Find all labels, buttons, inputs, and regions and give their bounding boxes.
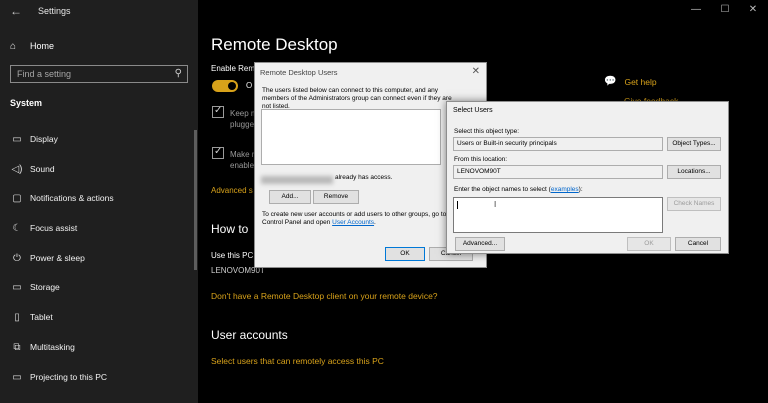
use-this-pc-text: Use this PC (211, 251, 254, 260)
cancel-button[interactable]: Cancel (675, 237, 721, 251)
close-icon[interactable]: ✕ (472, 66, 480, 77)
sidebar-item-storage[interactable]: ▭ Storage (10, 280, 60, 294)
sidebar-item-projecting[interactable]: ▭ Projecting to this PC (10, 370, 107, 384)
home-icon: ⌂ (10, 40, 17, 52)
ok-button[interactable]: OK (627, 237, 671, 251)
sidebar-item-label: Power & sleep (30, 253, 85, 263)
multitasking-icon: ⧉ (13, 341, 21, 353)
access-text: already has access. (335, 174, 393, 181)
sidebar-item-label: Multitasking (30, 342, 75, 352)
title-bar: ← Settings — ☐ ✕ (0, 0, 768, 22)
storage-icon: ▭ (12, 281, 22, 293)
sidebar-item-power-sleep[interactable]: ⏻ Power & sleep (10, 251, 85, 265)
check-names-button[interactable]: Check Names (667, 197, 721, 211)
sidebar-item-label: Projecting to this PC (30, 372, 108, 382)
enable-remote-desktop-label: Enable Rem (211, 64, 256, 73)
advanced-button[interactable]: Advanced... (455, 237, 505, 251)
keep-awake-checkbox[interactable] (212, 105, 224, 118)
add-button[interactable]: Add... (269, 190, 311, 204)
dialog-description: The users listed below can connect to th… (262, 87, 452, 110)
location-field: LENOVOM90T (453, 165, 663, 179)
minimize-button[interactable]: — (689, 4, 703, 15)
object-type-field: Users or Built-in security principals (453, 137, 663, 151)
ibeam-cursor-icon: I (494, 200, 497, 209)
home-label: Home (30, 41, 55, 51)
object-names-label-text: Enter the object names to select (454, 186, 547, 193)
sidebar-item-sound[interactable]: ◁) Sound (10, 162, 55, 176)
object-names-input[interactable]: I (453, 197, 663, 233)
window-title: Settings (38, 6, 71, 16)
sidebar-item-notifications[interactable]: ▢ Notifications & actions (10, 191, 114, 205)
user-accounts-heading: User accounts (211, 328, 288, 342)
select-users-dialog: Select Users Select this object type: Us… (446, 101, 729, 254)
enable-remote-desktop-toggle[interactable] (212, 80, 238, 92)
examples-link[interactable]: examples (551, 186, 579, 193)
back-arrow-icon[interactable]: ← (10, 4, 22, 18)
focus-assist-icon: ☾ (12, 222, 22, 234)
search-input[interactable]: Find a setting ⚲ (10, 65, 188, 83)
projecting-icon: ▭ (12, 371, 22, 383)
discoverable-checkbox[interactable] (212, 146, 224, 159)
sidebar-item-display[interactable]: ▭ Display (10, 132, 58, 146)
sidebar-item-label: Storage (30, 282, 60, 292)
user-accounts-link[interactable]: User Accounts (332, 219, 374, 226)
info-text: To create new user accounts or add users… (262, 211, 452, 227)
sidebar-item-tablet[interactable]: ▯ Tablet (10, 310, 53, 324)
sidebar-item-focus-assist[interactable]: ☾ Focus assist (10, 221, 78, 235)
object-types-button[interactable]: Object Types... (667, 137, 721, 151)
redacted-username (261, 176, 333, 184)
tablet-icon: ▯ (14, 311, 20, 323)
object-names-label-end: ): (578, 186, 583, 193)
location-label: From this location: (454, 156, 508, 163)
page-title: Remote Desktop (211, 35, 338, 54)
select-users-link[interactable]: Select users that can remotely access th… (211, 356, 384, 366)
remove-button[interactable]: Remove (313, 190, 359, 204)
dialog-title: Select Users (453, 107, 493, 114)
notifications-icon: ▢ (12, 192, 22, 204)
close-window-button[interactable]: ✕ (746, 4, 760, 15)
get-help-link[interactable]: 💬 Get help (604, 76, 657, 87)
object-type-label: Select this object type: (454, 128, 520, 135)
search-icon[interactable]: ⚲ (175, 68, 182, 79)
home-nav[interactable]: ⌂ Home (10, 39, 54, 53)
how-to-heading: How to (211, 222, 249, 236)
ok-button[interactable]: OK (385, 247, 425, 261)
users-listbox[interactable] (261, 109, 441, 165)
sidebar-item-label: Sound (30, 164, 55, 174)
dialog-title: Remote Desktop Users (260, 68, 338, 77)
text-caret (457, 201, 458, 209)
sound-icon: ◁) (11, 163, 23, 175)
display-icon: ▭ (12, 133, 22, 145)
section-heading: System (10, 98, 43, 108)
power-icon: ⏻ (13, 252, 21, 264)
maximize-button[interactable]: ☐ (718, 4, 732, 15)
toggle-state-text: O (246, 81, 253, 90)
remote-client-link[interactable]: Don't have a Remote Desktop client on yo… (211, 291, 438, 301)
get-help-label: Get help (624, 76, 657, 87)
info-text-end: . (374, 219, 376, 226)
sidebar-item-label: Focus assist (30, 223, 78, 233)
sidebar-item-label: Display (30, 134, 58, 144)
sidebar-item-label: Notifications & actions (30, 193, 114, 203)
advanced-settings-link[interactable]: Advanced s (211, 186, 253, 195)
help-chat-icon: 💬 (604, 76, 617, 87)
sidebar-item-multitasking[interactable]: ⧉ Multitasking (10, 340, 75, 354)
sidebar-scrollbar[interactable] (194, 130, 197, 270)
search-placeholder: Find a setting (17, 69, 72, 79)
object-names-label: Enter the object names to select (exampl… (454, 186, 583, 193)
locations-button[interactable]: Locations... (667, 165, 721, 179)
sidebar-item-label: Tablet (30, 312, 53, 322)
